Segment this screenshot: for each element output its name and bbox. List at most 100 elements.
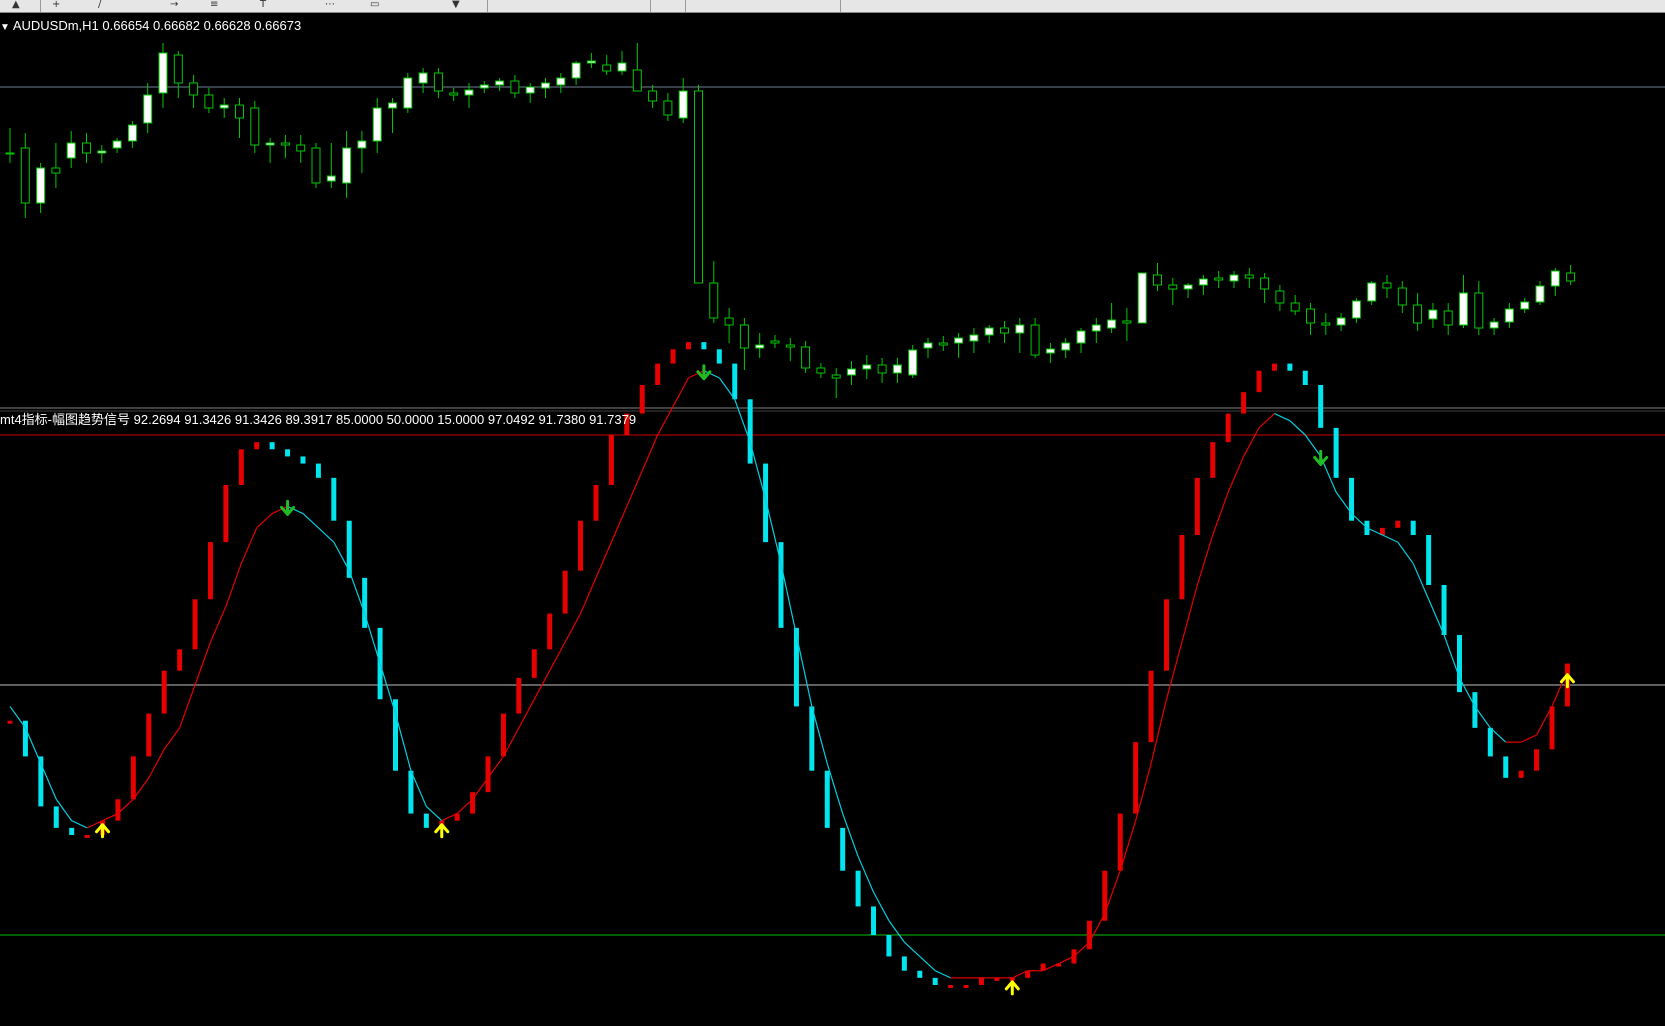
down-bar	[1426, 535, 1432, 585]
indicator-values: 92.2694 91.3426 91.3426 89.3917 85.0000 …	[133, 412, 637, 427]
bull-candle-body	[495, 80, 505, 86]
bear-candle-body	[1260, 277, 1270, 290]
signal-line-segment	[1212, 491, 1229, 536]
bull-candle-body	[158, 52, 168, 94]
up-bar	[1395, 520, 1401, 528]
up-bar	[1086, 920, 1092, 950]
signal-line-segment	[209, 606, 227, 643]
bull-candle-body	[143, 94, 153, 124]
up-bar	[1241, 392, 1247, 414]
bear-candle-body	[311, 147, 321, 184]
price-chart[interactable]	[0, 43, 1665, 398]
grid-icon[interactable]: ⋯	[325, 0, 335, 11]
bear-candle-body	[1000, 327, 1009, 334]
toolbar-separator	[840, 0, 841, 12]
arrow-icon[interactable]: →	[170, 0, 178, 11]
up-bar	[470, 792, 476, 814]
bear-candle-body	[204, 94, 214, 109]
chart-canvas[interactable]	[0, 13, 1665, 1026]
indicator-chart[interactable]	[0, 342, 1665, 996]
crosshair-icon[interactable]: +	[52, 0, 60, 11]
down-bar	[901, 956, 907, 971]
up-bar	[963, 985, 969, 988]
signal-line-segment	[626, 470, 643, 507]
symbol-label: AUDUSDm,H1	[12, 18, 99, 33]
down-bar	[1503, 756, 1509, 778]
toolbar-separator	[40, 0, 41, 12]
signal-line-segment	[163, 727, 181, 750]
down-bar	[763, 463, 769, 543]
signal-line-segment	[1227, 456, 1245, 493]
bear-candle-body	[1030, 324, 1040, 356]
bull-candle-body	[556, 77, 566, 86]
bull-candle-body	[678, 90, 688, 119]
up-bar	[177, 649, 183, 671]
period-icon[interactable]: ≡	[210, 0, 218, 11]
zoom-icon[interactable]: ▭	[370, 0, 379, 11]
up-bar	[192, 599, 198, 650]
bear-candle-body	[1290, 302, 1300, 312]
down-bar	[285, 449, 291, 457]
down-bar	[1456, 635, 1462, 693]
up-bar	[639, 385, 645, 414]
sell-arrow-icon	[280, 499, 296, 516]
cursor-icon[interactable]: ▲	[12, 0, 20, 11]
bull-candle-body	[418, 72, 428, 84]
caret-icon[interactable]: ▼	[0, 22, 10, 33]
up-bar	[593, 485, 599, 521]
down-bar	[793, 627, 799, 707]
bull-candle-body	[403, 77, 413, 109]
buy-arrow-icon	[434, 823, 450, 839]
signal-line-segment	[934, 970, 951, 979]
signal-line-segment	[1274, 413, 1291, 422]
bull-candle-body	[1015, 324, 1025, 334]
bull-candle-body	[586, 60, 596, 64]
toolbar-separator	[685, 0, 686, 12]
down-bar	[393, 699, 398, 771]
up-bar	[608, 435, 614, 485]
text-icon[interactable]: T	[260, 0, 266, 11]
down-bar	[1472, 692, 1478, 728]
up-bar	[1549, 706, 1555, 750]
down-bar	[1318, 385, 1324, 428]
signal-line-segment	[1304, 434, 1322, 457]
up-bar	[978, 977, 984, 985]
bear-candle-body	[739, 324, 749, 349]
bear-candle-body	[663, 100, 673, 116]
signal-line-segment	[1397, 541, 1414, 564]
bull-candle-body	[1045, 348, 1055, 354]
bear-candle-body	[877, 364, 887, 374]
up-bar	[1256, 370, 1262, 393]
down-bar	[871, 906, 877, 935]
up-bar	[1271, 363, 1277, 371]
up-bar	[578, 520, 584, 571]
bull-candle-body	[1459, 292, 1468, 326]
up-bar	[1133, 742, 1139, 814]
up-bar	[115, 799, 121, 821]
up-bar	[547, 613, 553, 650]
bull-candle-body	[1367, 282, 1377, 302]
signal-line-segment	[317, 527, 335, 543]
signal-line-segment	[179, 684, 196, 729]
bull-candle-body	[464, 89, 474, 96]
bear-candle-body	[1275, 290, 1285, 304]
toolbar: ▲ + / → ≡ T ⋯ ▭ ▼	[0, 0, 1665, 13]
bull-candle-body	[1198, 278, 1208, 286]
ohlc-values: 0.66654 0.66682 0.66628 0.66673	[102, 18, 302, 33]
up-bar	[84, 835, 90, 838]
sell-arrow-icon	[1313, 449, 1329, 466]
down-bar	[1333, 427, 1339, 478]
signal-line-segment	[9, 706, 26, 729]
up-bar	[130, 756, 136, 800]
up-bar	[562, 570, 568, 614]
bull-candle-body	[571, 62, 581, 79]
bull-candle-body	[357, 140, 367, 149]
line-icon[interactable]: /	[98, 0, 101, 11]
bull-candle-body	[923, 342, 933, 349]
bear-candle-body	[296, 144, 306, 152]
bear-candle-body	[1566, 272, 1576, 282]
bull-candle-body	[969, 334, 979, 342]
bull-candle-body	[219, 104, 229, 109]
autoscroll-icon[interactable]: ▼	[452, 0, 460, 11]
bear-candle-body	[449, 92, 459, 96]
